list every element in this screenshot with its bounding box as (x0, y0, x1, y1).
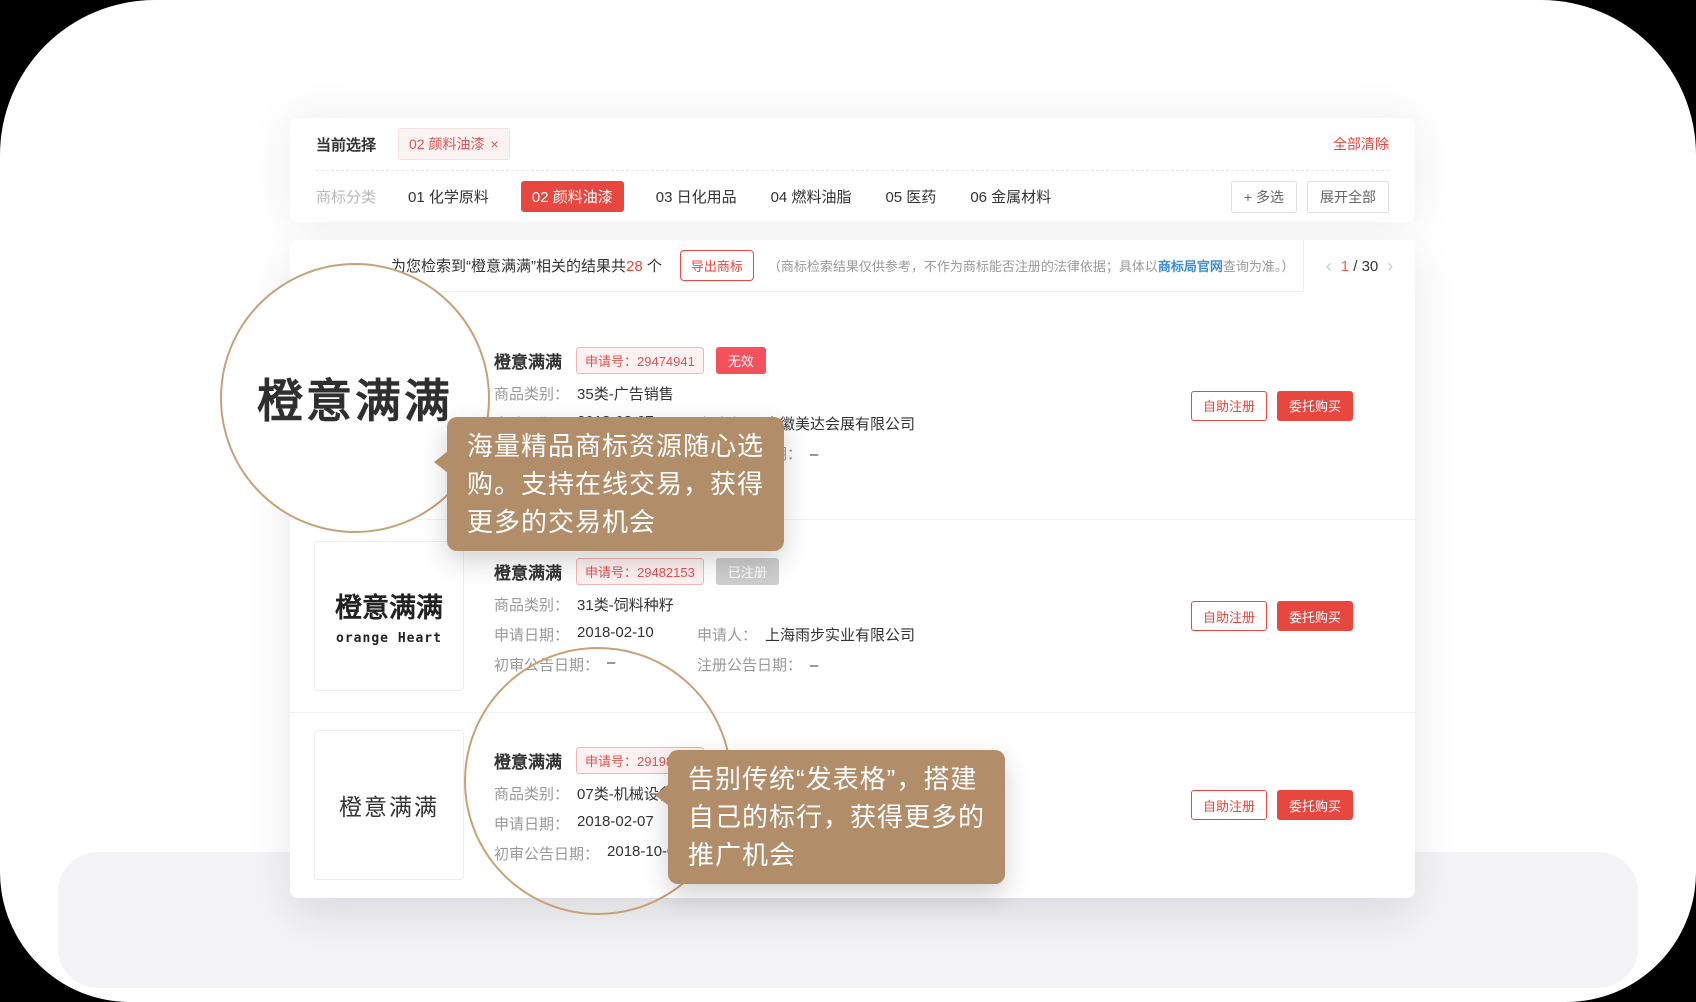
results-count: 28 (626, 258, 643, 275)
applicant-value: 安徽美达会展有限公司 (765, 413, 915, 434)
tooltip-line: 海量精品商标资源随心选 (467, 427, 764, 465)
category-field-value: 31类-饲料种籽 (577, 594, 674, 615)
tab-class-03[interactable]: 03 日化用品 (654, 181, 739, 212)
application-number-label: 申请号： (585, 354, 637, 369)
status-badge-registered: 已注册 (716, 558, 779, 585)
export-trademarks-button[interactable]: 导出商标 (680, 250, 754, 281)
trademark-image-text: 橙意满满 (335, 586, 443, 625)
page-current: 1 (1341, 258, 1349, 275)
page-total: 30 (1362, 258, 1379, 275)
application-number-value: 29482153 (637, 565, 695, 580)
clear-all-button[interactable]: 全部清除 (1333, 134, 1389, 154)
entrust-purchase-button[interactable]: 委托购买 (1277, 790, 1353, 820)
apply-date-label: 申请日期： (494, 624, 569, 645)
disclaimer-post: 查询为准。） (1223, 259, 1295, 274)
selected-filter-tag[interactable]: 02 颜料油漆 × (398, 128, 510, 160)
tab-class-05[interactable]: 05 医药 (883, 181, 938, 212)
tab-class-01[interactable]: 01 化学原料 (406, 181, 491, 212)
entrust-purchase-button[interactable]: 委托购买 (1277, 391, 1353, 421)
page-separator: / (1353, 258, 1357, 275)
page-background: 当前选择 02 颜料油漆 × 全部清除 商标分类 01 化学原料 02 颜料油漆… (0, 0, 1696, 1002)
tooltip-promotion: 告别传统“发表格”，搭建 自己的标行，获得更多的 推广机会 (668, 750, 1005, 884)
registration-publication-value: – (810, 446, 818, 463)
trademark-image-subtext: orange Heart (336, 631, 442, 646)
tab-class-04[interactable]: 04 燃料油脂 (769, 181, 854, 212)
registration-publication-value: – (810, 657, 818, 674)
results-summary: 为您检索到“橙意满满”相关的结果共28 个 (391, 255, 662, 276)
status-badge-invalid: 无效 (716, 347, 766, 374)
results-summary-text: 为您检索到“橙意满满”相关的结果共 (391, 258, 626, 275)
disclaimer-text: （商标检索结果仅供参考，不作为商标能否注册的法律依据；具体以商标局官网查询为准。… (768, 256, 1295, 275)
category-field-label: 商品类别： (494, 383, 569, 404)
apply-date-value: 2018-02-10 (577, 624, 654, 645)
magnified-trademark-text: 橙意满满 (257, 365, 453, 431)
category-field-label: 商品类别： (494, 594, 569, 615)
tooltip-marketplace: 海量精品商标资源随心选 购。支持在线交易，获得 更多的交易机会 (447, 417, 784, 551)
tab-class-02-selected[interactable]: 02 颜料油漆 (521, 181, 624, 212)
trademark-image-2: 橙意满满 orange Heart (314, 541, 464, 691)
tooltip-line: 推广机会 (688, 836, 985, 874)
trademark-image-3: 橙意满满 (314, 730, 464, 880)
trademark-office-link[interactable]: 商标局官网 (1158, 259, 1223, 274)
tooltip-line: 告别传统“发表格”，搭建 (688, 760, 985, 798)
results-unit: 个 (643, 258, 662, 275)
trademark-image-text: 橙意满满 (339, 788, 439, 822)
application-number-badge: 申请号：29474941 (576, 347, 704, 374)
pagination: ‹ 1 / 30 › (1303, 240, 1415, 292)
close-icon[interactable]: × (490, 136, 498, 152)
applicant-label: 申请人： (697, 624, 757, 645)
tooltip-line: 购。支持在线交易，获得 (467, 465, 764, 503)
page-next-button[interactable]: › (1387, 257, 1393, 275)
selected-filter-tag-label: 02 颜料油漆 (409, 134, 484, 154)
category-label: 商标分类 (316, 186, 376, 207)
page-prev-button[interactable]: ‹ (1326, 257, 1332, 275)
self-register-button[interactable]: 自助注册 (1191, 601, 1267, 631)
expand-all-button[interactable]: 展开全部 (1307, 181, 1389, 213)
self-register-button[interactable]: 自助注册 (1191, 391, 1267, 421)
category-tabs-row: 商标分类 01 化学原料 02 颜料油漆 03 日化用品 04 燃料油脂 05 … (290, 171, 1415, 222)
registration-publication-label: 注册公告日期： (697, 654, 802, 675)
page-indicator: 1 / 30 (1341, 258, 1379, 275)
current-selection-label: 当前选择 (316, 134, 376, 155)
multi-select-button[interactable]: + 多选 (1231, 181, 1297, 213)
tab-class-06[interactable]: 06 金属材料 (968, 181, 1053, 212)
tooltip-line: 自己的标行，获得更多的 (688, 798, 985, 836)
application-number-value: 29474941 (637, 354, 695, 369)
tooltip-arrow-left (434, 451, 448, 473)
entrust-purchase-button[interactable]: 委托购买 (1277, 601, 1353, 631)
trademark-name: 橙意满满 (494, 559, 562, 584)
tooltip-arrow-left (655, 784, 669, 806)
tooltip-line: 更多的交易机会 (467, 503, 764, 541)
filter-card: 当前选择 02 颜料油漆 × 全部清除 商标分类 01 化学原料 02 颜料油漆… (290, 118, 1415, 222)
application-number-badge: 申请号：29482153 (576, 558, 704, 585)
disclaimer-pre: （商标检索结果仅供参考，不作为商标能否注册的法律依据；具体以 (768, 259, 1158, 274)
application-number-label: 申请号： (585, 565, 637, 580)
self-register-button[interactable]: 自助注册 (1191, 790, 1267, 820)
applicant-value: 上海雨步实业有限公司 (765, 624, 915, 645)
trademark-name: 橙意满满 (494, 348, 562, 373)
results-header: 为您检索到“橙意满满”相关的结果共28 个 导出商标 （商标检索结果仅供参考，不… (290, 240, 1415, 292)
current-selection-row: 当前选择 02 颜料油漆 × 全部清除 (290, 118, 1415, 170)
marketing-canvas: 当前选择 02 颜料油漆 × 全部清除 商标分类 01 化学原料 02 颜料油漆… (0, 0, 1696, 1002)
category-field-value: 35类-广告销售 (577, 383, 674, 404)
